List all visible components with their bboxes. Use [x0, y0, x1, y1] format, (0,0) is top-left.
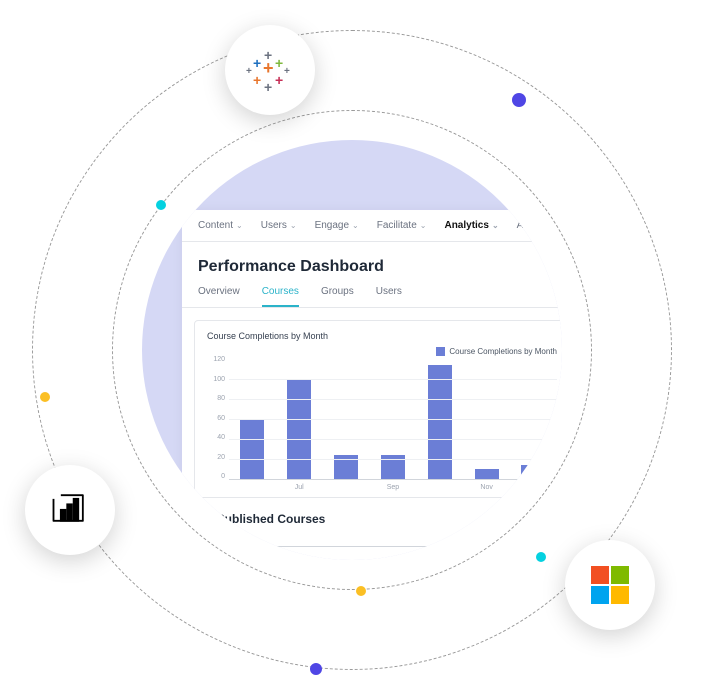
nav-analytics[interactable]: Analytics ⌄	[444, 220, 498, 231]
powerbi-icon	[48, 486, 92, 535]
bar-Dec	[521, 465, 545, 480]
chevron-down-icon: ⌄	[236, 221, 243, 230]
orbit-dot	[156, 200, 166, 210]
bar-Oct	[428, 365, 452, 479]
section-title: All Published Courses	[198, 512, 562, 526]
search-icon	[207, 552, 217, 560]
bar-Jun	[240, 420, 264, 480]
nav-admin[interactable]: Admin ⌄	[517, 220, 555, 231]
filters-label: Filters	[531, 553, 556, 560]
nav-engage[interactable]: Engage ⌄	[315, 220, 359, 231]
tab-groups[interactable]: Groups	[321, 286, 354, 307]
legend-label: Course Completions by Month	[449, 347, 557, 356]
search-label: Title	[198, 532, 562, 542]
filters-icon	[517, 552, 527, 560]
chevron-down-icon: ⌄	[420, 221, 427, 230]
chevron-down-icon: ⌄	[548, 221, 555, 230]
tab-overview[interactable]: Overview	[198, 286, 240, 307]
nav-facilitate[interactable]: Facilitate ⌄	[377, 220, 427, 231]
chevron-down-icon: ⌄	[492, 221, 499, 230]
filters-button[interactable]: Filters	[506, 546, 563, 560]
search-placeholder: Select...	[223, 553, 256, 560]
legend-swatch	[436, 347, 445, 356]
chart-card: Course Completions by Month Course Compl…	[194, 320, 562, 498]
dashboard-panel: Content ⌄Users ⌄Engage ⌄Facilitate ⌄Anal…	[182, 210, 562, 560]
orbit-dot	[310, 663, 322, 675]
nav-users[interactable]: Users ⌄	[261, 220, 297, 231]
orbit-dot	[512, 93, 526, 107]
orbit-dot	[40, 392, 50, 402]
tab-courses[interactable]: Courses	[262, 286, 299, 307]
microsoft-node	[565, 540, 655, 630]
chevron-down-icon: ⌄	[290, 221, 297, 230]
x-axis-labels: JulSepNov	[229, 484, 557, 491]
top-nav: Content ⌄ Users ⌄ Engage ⌄ Facilitate ⌄ Anal…	[182, 210, 562, 242]
chart-legend: Course Completions by Month	[207, 347, 557, 356]
tableau-node: + + + + + + + + +	[225, 25, 315, 115]
powerbi-node	[25, 465, 115, 555]
chart-bars	[229, 360, 557, 479]
page-title: Performance Dashboard	[182, 242, 562, 286]
search-row: Select... Filters	[198, 546, 562, 560]
chevron-down-icon: ⌄	[352, 221, 359, 230]
tab-bar: Overview Courses Groups Users	[182, 286, 562, 308]
bar-Nov	[475, 469, 499, 479]
bar-Jul	[287, 380, 311, 479]
nav-content[interactable]: Content ⌄	[198, 220, 243, 231]
courses-section: All Published Courses Title Select... Fi…	[182, 498, 562, 560]
chart-title: Course Completions by Month	[207, 331, 557, 341]
dashboard-circle: Content ⌄Users ⌄Engage ⌄Facilitate ⌄Anal…	[142, 140, 562, 560]
tableau-icon: + + + + + + + + +	[250, 50, 290, 90]
microsoft-icon	[591, 566, 629, 604]
tab-users[interactable]: Users	[376, 286, 402, 307]
bar-chart: 120100806040200	[229, 360, 557, 480]
orbit-dot	[356, 586, 366, 596]
search-input[interactable]: Select...	[198, 546, 498, 560]
y-axis-labels: 120100806040200	[207, 356, 225, 480]
